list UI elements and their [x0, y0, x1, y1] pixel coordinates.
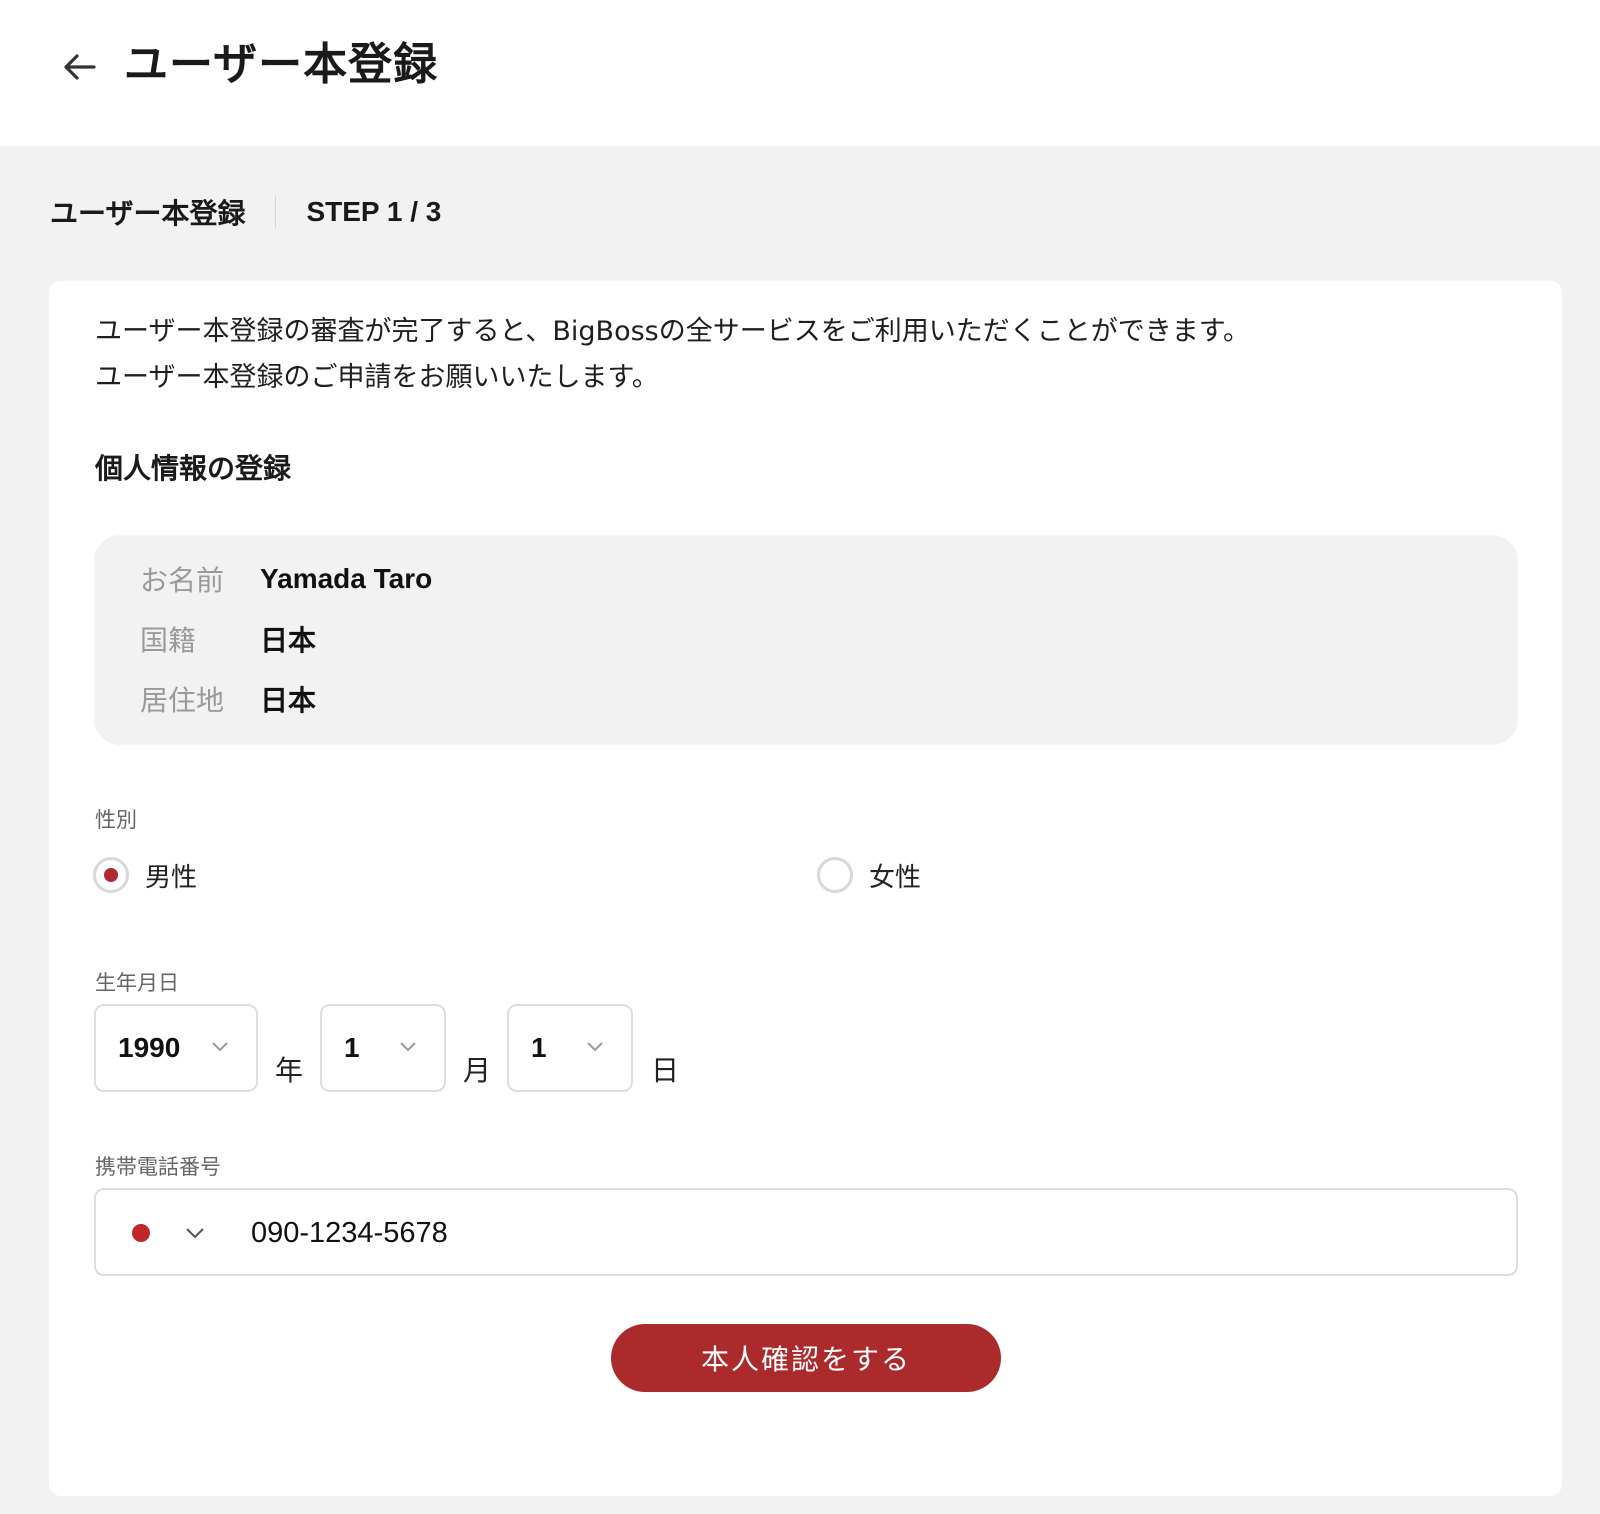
phone-label: 携帯電話番号 — [95, 1155, 221, 1179]
chevron-down-icon — [212, 1042, 228, 1052]
info-label: お名前 — [140, 564, 225, 597]
radio-circle — [817, 857, 853, 893]
radio-label: 女性 — [869, 862, 922, 893]
registration-card: ユーザー本登録の審査が完了すると、BigBossの全サービスをご利用いただくこと… — [49, 281, 1562, 1496]
step-indicator: ユーザー本登録 STEP 1 / 3 — [50, 190, 441, 234]
birth-day-select[interactable]: 1 — [507, 1004, 633, 1092]
year-unit: 年 — [275, 1054, 304, 1087]
phone-field — [94, 1188, 1518, 1276]
radio-label: 男性 — [145, 862, 198, 893]
info-value: Yamada Taro — [260, 563, 433, 594]
radio-selected-dot — [104, 868, 118, 882]
day-unit: 日 — [651, 1054, 680, 1087]
birthdate-label: 生年月日 — [95, 971, 179, 995]
info-label: 国籍 — [140, 624, 197, 657]
info-label: 居住地 — [140, 684, 225, 717]
personal-info-box: お名前 Yamada Taro 国籍 日本 居住地 日本 — [94, 535, 1518, 745]
info-value: 日本 — [260, 684, 317, 717]
chevron-down-icon — [186, 1228, 204, 1239]
step-divider — [275, 196, 277, 228]
chevron-down-icon — [400, 1042, 416, 1052]
back-button[interactable] — [56, 44, 102, 90]
intro-line-1: ユーザー本登録の審査が完了すると、BigBossの全サービスをご利用いただくこと… — [95, 316, 1251, 347]
info-row-nationality: 国籍 日本 — [140, 619, 316, 659]
phone-input[interactable] — [251, 1208, 1481, 1258]
select-value: 1 — [531, 1032, 547, 1063]
info-row-name: お名前 Yamada Taro — [140, 559, 432, 599]
chevron-down-icon — [587, 1042, 603, 1052]
select-value: 1 — [344, 1032, 360, 1063]
section-title: 個人情報の登録 — [95, 452, 292, 485]
intro-text: ユーザー本登録の審査が完了すると、BigBossの全サービスをご利用いただくこと… — [95, 309, 1250, 401]
verify-identity-button[interactable]: 本人確認をする — [611, 1324, 1001, 1392]
radio-male[interactable]: 男性 — [93, 855, 197, 895]
info-row-residence: 居住地 日本 — [140, 679, 316, 719]
top-app-bar: ユーザー本登録 — [0, 0, 1600, 146]
step-name: ユーザー本登録 — [50, 197, 246, 230]
step-count: STEP 1 / 3 — [306, 196, 442, 227]
page-title: ユーザー本登録 — [124, 39, 439, 90]
arrow-left-icon — [64, 54, 96, 80]
country-code-select[interactable] — [126, 1212, 216, 1254]
japan-flag-icon — [132, 1224, 150, 1242]
info-value: 日本 — [260, 624, 317, 657]
select-value: 1990 — [118, 1032, 181, 1063]
radio-female[interactable]: 女性 — [817, 855, 921, 895]
radio-circle — [93, 857, 129, 893]
birth-month-select[interactable]: 1 — [320, 1004, 446, 1092]
birth-year-select[interactable]: 1990 — [94, 1004, 258, 1092]
gender-label: 性別 — [95, 808, 137, 832]
month-unit: 月 — [463, 1054, 492, 1087]
intro-line-2: ユーザー本登録のご申請をお願いいたします。 — [95, 362, 659, 393]
